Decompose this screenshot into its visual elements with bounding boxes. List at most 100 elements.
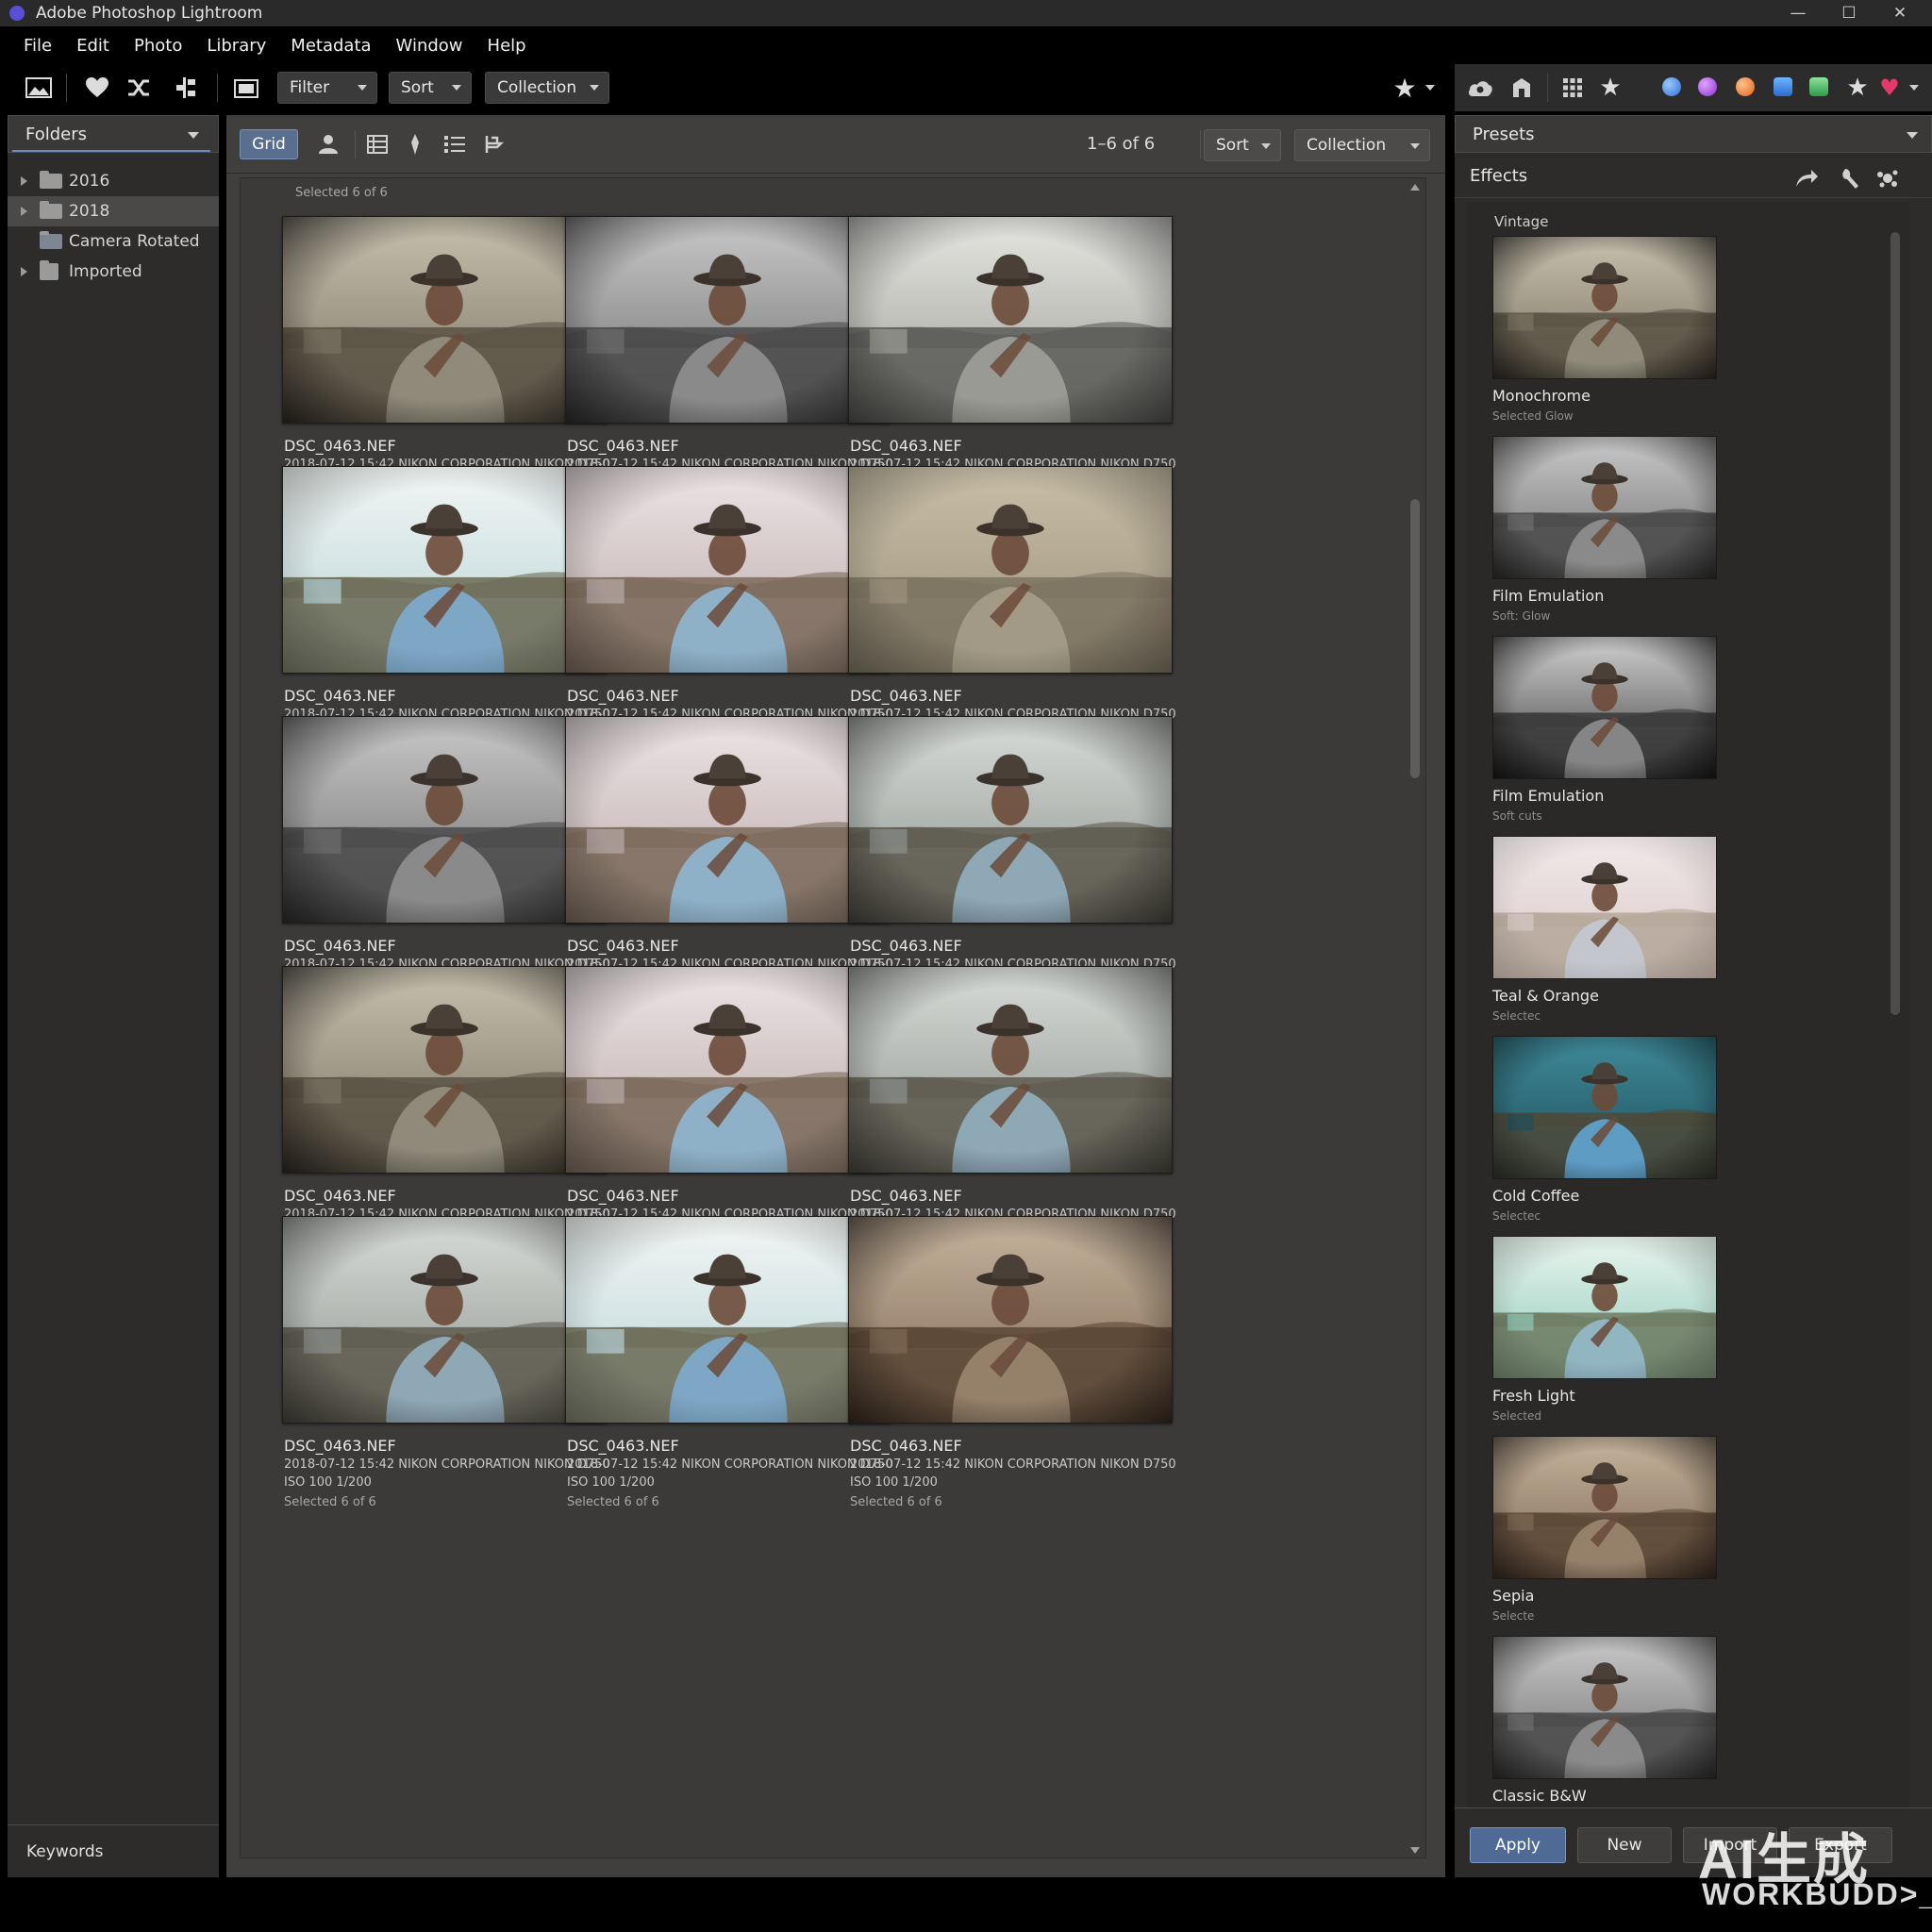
chevron-down-icon[interactable] xyxy=(1907,132,1918,139)
photo-thumbnail[interactable] xyxy=(565,966,890,1174)
folders-header[interactable]: Folders xyxy=(8,115,219,153)
grid-view-button[interactable]: Grid xyxy=(240,129,298,159)
sort-dropdown[interactable]: Sort xyxy=(1204,129,1281,161)
menu-edit[interactable]: Edit xyxy=(64,36,122,56)
photo-cell[interactable]: DSC_0463.NEF 2018-07-12 15:42 NIKON CORP… xyxy=(282,1216,610,1527)
folder-imported[interactable]: Imported xyxy=(8,257,219,287)
expand-arrow-icon[interactable] xyxy=(21,267,27,276)
brush-icon[interactable] xyxy=(1840,166,1864,191)
chevron-down-icon[interactable] xyxy=(1909,85,1919,91)
share-arrow-icon[interactable] xyxy=(1794,166,1819,191)
list-icon[interactable] xyxy=(441,131,468,158)
flag-icon[interactable] xyxy=(481,131,508,158)
photo-thumbnail[interactable] xyxy=(848,966,1173,1174)
menu-help[interactable]: Help xyxy=(475,36,539,56)
color-label-orange[interactable] xyxy=(1736,77,1755,96)
preset-item[interactable]: Sepia Selecte xyxy=(1492,1436,1717,1636)
preset-item[interactable]: Film Emulation Soft cuts xyxy=(1492,636,1717,836)
scroll-thumb[interactable] xyxy=(1890,232,1900,1015)
shuffle-icon[interactable] xyxy=(125,74,153,102)
menu-library[interactable]: Library xyxy=(194,36,278,56)
cloud-camera-icon[interactable] xyxy=(1466,74,1494,102)
scroll-down-arrow-icon[interactable] xyxy=(1410,1847,1420,1854)
collection-dropdown[interactable]: Collection xyxy=(485,72,609,104)
photo-thumbnail[interactable] xyxy=(848,216,1173,424)
preset-thumbnail[interactable] xyxy=(1492,1236,1717,1379)
menu-photo[interactable]: Photo xyxy=(122,36,194,56)
folder-icon xyxy=(40,201,62,219)
export-icon[interactable] xyxy=(1507,74,1536,102)
preset-scrollbar[interactable] xyxy=(1889,204,1902,1807)
keywords-panel[interactable]: Keywords xyxy=(8,1824,219,1877)
preset-item[interactable]: Classic B&W xyxy=(1492,1636,1717,1807)
apply-button[interactable]: Apply xyxy=(1470,1827,1566,1863)
sort-dropdown[interactable]: Sort xyxy=(389,72,472,104)
image-icon[interactable] xyxy=(25,74,53,102)
preset-item[interactable]: Cold Coffee Selectec xyxy=(1492,1036,1717,1236)
photo-thumbnail[interactable] xyxy=(282,716,607,924)
photo-thumbnail[interactable] xyxy=(282,216,607,424)
close-button[interactable]: ✕ xyxy=(1875,0,1924,26)
preset-thumbnail[interactable] xyxy=(1492,836,1717,979)
photo-thumbnail[interactable] xyxy=(565,216,890,424)
preset-item[interactable]: Film Emulation Soft: Glow xyxy=(1492,436,1717,636)
photo-thumbnail[interactable] xyxy=(565,716,890,924)
presets-header[interactable]: Presets xyxy=(1455,115,1932,153)
preset-item[interactable]: Fresh Light Selected xyxy=(1492,1236,1717,1436)
minimize-button[interactable]: — xyxy=(1774,0,1823,26)
collection-dropdown[interactable]: Collection xyxy=(1294,129,1430,161)
color-label-green[interactable] xyxy=(1809,77,1828,96)
maximize-button[interactable]: ☐ xyxy=(1824,0,1874,26)
sliders-icon[interactable] xyxy=(172,74,200,102)
star-icon[interactable]: ★ xyxy=(1596,74,1624,102)
chevron-down-icon[interactable] xyxy=(1425,85,1435,91)
color-label-square-blue[interactable] xyxy=(1774,77,1792,96)
camera-icon[interactable] xyxy=(232,74,260,102)
photo-thumbnail[interactable] xyxy=(848,466,1173,674)
preset-item[interactable]: Monochrome Selected Glow xyxy=(1492,236,1717,436)
menu-metadata[interactable]: Metadata xyxy=(278,36,383,56)
photo-thumbnail[interactable] xyxy=(848,1216,1173,1424)
folder-camera-rotated[interactable]: Camera Rotated xyxy=(8,226,219,257)
preset-thumbnail[interactable] xyxy=(1492,636,1717,779)
photo-filename: DSC_0463.NEF xyxy=(567,937,679,955)
menu-window[interactable]: Window xyxy=(384,36,475,56)
star-rating-icon[interactable]: ★ xyxy=(1391,73,1419,104)
heart-icon[interactable]: ♥ xyxy=(1875,74,1904,102)
preset-thumbnail[interactable] xyxy=(1492,1636,1717,1779)
expand-arrow-icon[interactable] xyxy=(21,207,27,216)
scrollbar[interactable] xyxy=(1405,178,1425,1857)
photo-cell[interactable]: DSC_0463.NEF 2018-07-12 15:42 NIKON CORP… xyxy=(565,1216,893,1527)
preset-thumbnail[interactable] xyxy=(1492,436,1717,579)
menu-file[interactable]: File xyxy=(11,36,64,56)
color-label-blue[interactable] xyxy=(1662,77,1681,96)
pin-icon[interactable] xyxy=(402,131,428,158)
photo-thumbnail[interactable] xyxy=(565,1216,890,1424)
filter-dropdown[interactable]: Filter xyxy=(277,72,377,104)
photo-thumbnail[interactable] xyxy=(282,466,607,674)
preset-item[interactable]: Teal & Orange Selectec xyxy=(1492,836,1717,1036)
folder-2016[interactable]: 2016 xyxy=(8,166,219,196)
sparkle-dots-icon[interactable] xyxy=(1875,166,1900,191)
grid-dots-icon[interactable] xyxy=(1558,74,1587,102)
photo-thumbnail[interactable] xyxy=(848,716,1173,924)
preset-thumbnail[interactable] xyxy=(1492,1036,1717,1179)
collection-label: Collection xyxy=(497,78,577,97)
photo-thumbnail[interactable] xyxy=(282,1216,607,1424)
expand-arrow-icon[interactable] xyxy=(21,176,27,186)
scroll-up-arrow-icon[interactable] xyxy=(1410,184,1420,191)
photo-cell[interactable]: DSC_0463.NEF 2018-07-12 15:42 NIKON CORP… xyxy=(848,1216,1176,1527)
new-button[interactable]: New xyxy=(1577,1827,1672,1863)
people-icon[interactable] xyxy=(315,131,341,158)
heart-icon[interactable] xyxy=(83,74,111,102)
preset-thumbnail[interactable] xyxy=(1492,1436,1717,1579)
star-icon[interactable]: ★ xyxy=(1843,74,1872,102)
filmstrip-icon[interactable] xyxy=(364,131,391,158)
photo-thumbnail[interactable] xyxy=(282,966,607,1174)
chevron-down-icon[interactable] xyxy=(188,132,199,139)
photo-thumbnail[interactable] xyxy=(565,466,890,674)
scroll-thumb[interactable] xyxy=(1410,499,1420,778)
preset-thumbnail[interactable] xyxy=(1492,236,1717,379)
folder-2018[interactable]: 2018 xyxy=(8,196,219,226)
color-label-purple[interactable] xyxy=(1698,77,1717,96)
